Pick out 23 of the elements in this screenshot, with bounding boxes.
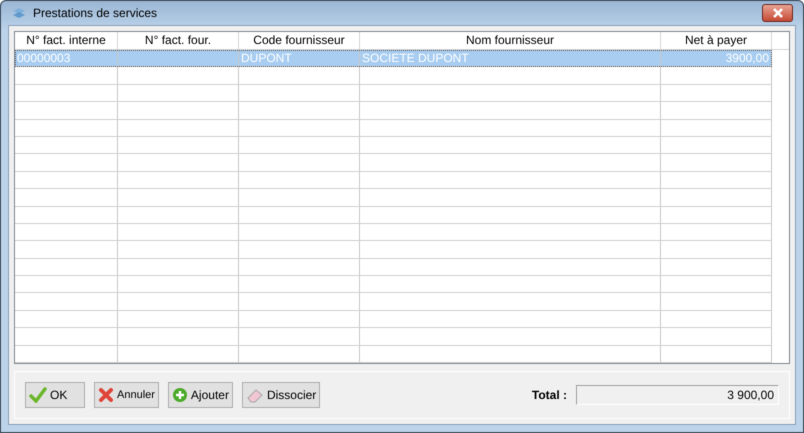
column-header[interactable]: N° fact. interne [15,32,118,49]
table-cell: 00000003 [17,51,70,65]
checkmark-icon [29,387,47,403]
cancel-button[interactable]: Annuler [94,382,159,408]
eraser-icon [246,387,264,403]
column-header[interactable]: N° fact. four. [118,32,239,49]
column-header[interactable]: Code fournisseur [239,32,360,49]
ok-button[interactable]: OK [25,382,85,408]
close-button[interactable] [762,4,793,22]
column-header[interactable]: Net à payer [661,32,772,49]
app-icon [11,6,27,20]
cross-icon [98,387,114,403]
plus-icon [172,387,188,403]
window-title: Prestations de services [33,6,158,20]
table-cell: SOCIETE DUPONT [362,51,469,65]
close-icon [772,8,784,18]
detach-button[interactable]: Dissocier [242,382,320,408]
total-field: 3 900,00 [576,385,779,405]
table-cell: 3900,00 [726,51,769,65]
total-label: Total : [532,388,567,402]
column-header[interactable]: Nom fournisseur [360,32,661,49]
add-button[interactable]: Ajouter [168,382,233,408]
table-cell: DUPONT [241,51,292,65]
